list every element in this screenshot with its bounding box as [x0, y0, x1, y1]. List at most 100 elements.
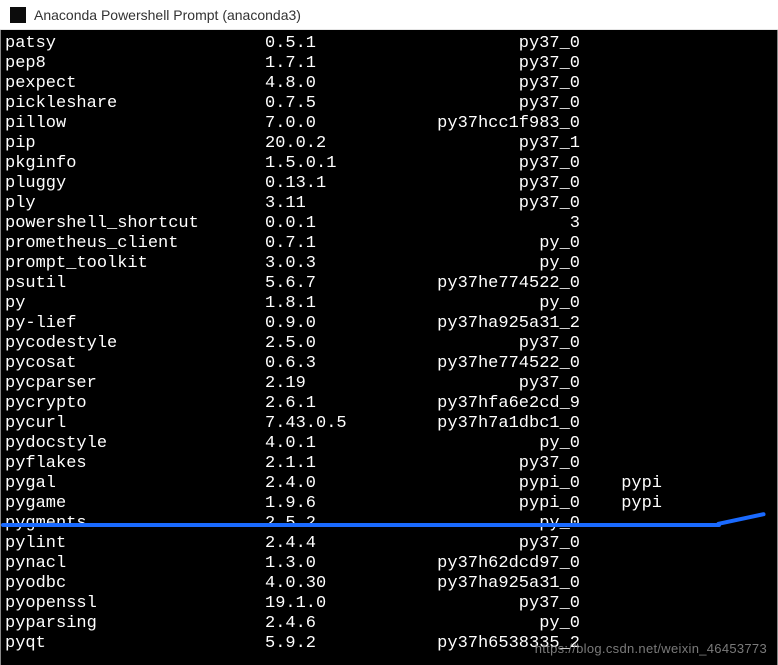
package-channel [580, 94, 670, 114]
package-name: powershell_shortcut [5, 214, 265, 234]
package-name: psutil [5, 274, 265, 294]
package-channel [580, 174, 670, 194]
package-name: prometheus_client [5, 234, 265, 254]
package-build: py37h6538335_2 [420, 634, 580, 654]
package-build: pypi_0 [420, 494, 580, 514]
package-channel [580, 354, 670, 374]
package-row: pynacl1.3.0py37h62dcd97_0 [5, 554, 777, 574]
package-name: pydocstyle [5, 434, 265, 454]
package-row: pycrypto2.6.1py37hfa6e2cd_9 [5, 394, 777, 414]
package-version: 4.8.0 [265, 74, 420, 94]
package-channel [580, 54, 670, 74]
package-version: 0.7.5 [265, 94, 420, 114]
package-build: py37_0 [420, 534, 580, 554]
package-version: 0.0.1 [265, 214, 420, 234]
package-version: 2.1.1 [265, 454, 420, 474]
package-build: py37_0 [420, 154, 580, 174]
package-channel [580, 414, 670, 434]
title-bar: Anaconda Powershell Prompt (anaconda3) [0, 0, 778, 30]
package-channel [580, 194, 670, 214]
package-channel [580, 534, 670, 554]
package-version: 2.4.6 [265, 614, 420, 634]
package-build: py37_0 [420, 594, 580, 614]
package-build: py37hcc1f983_0 [420, 114, 580, 134]
package-name: py [5, 294, 265, 314]
package-row: pexpect4.8.0py37_0 [5, 74, 777, 94]
package-row: pyparsing2.4.6py_0 [5, 614, 777, 634]
package-version: 0.5.1 [265, 34, 420, 54]
package-row: pyopenssl19.1.0py37_0 [5, 594, 777, 614]
package-version: 7.0.0 [265, 114, 420, 134]
package-version: 4.0.1 [265, 434, 420, 454]
package-channel [580, 74, 670, 94]
package-build: py37he774522_0 [420, 354, 580, 374]
package-row: powershell_shortcut0.0.13 [5, 214, 777, 234]
package-name: pyodbc [5, 574, 265, 594]
package-row: pyqt5.9.2py37h6538335_2 [5, 634, 777, 654]
package-name: ply [5, 194, 265, 214]
package-version: 5.9.2 [265, 634, 420, 654]
package-build: py37h7a1dbc1_0 [420, 414, 580, 434]
package-build: pypi_0 [420, 474, 580, 494]
package-channel [580, 314, 670, 334]
package-channel [580, 154, 670, 174]
package-name: prompt_toolkit [5, 254, 265, 274]
package-name: pycrypto [5, 394, 265, 414]
package-channel [580, 274, 670, 294]
package-name: pyflakes [5, 454, 265, 474]
package-build: py37he774522_0 [420, 274, 580, 294]
package-channel: pypi [580, 494, 670, 514]
package-build: py_0 [420, 514, 580, 534]
package-name: pygame [5, 494, 265, 514]
package-channel [580, 514, 670, 534]
package-row: py-lief0.9.0py37ha925a31_2 [5, 314, 777, 334]
package-name: pep8 [5, 54, 265, 74]
package-name: pluggy [5, 174, 265, 194]
window-title: Anaconda Powershell Prompt (anaconda3) [34, 7, 301, 23]
package-name: patsy [5, 34, 265, 54]
package-build: py37_0 [420, 454, 580, 474]
package-build: py37_0 [420, 94, 580, 114]
package-build: py37_0 [420, 334, 580, 354]
package-version: 1.8.1 [265, 294, 420, 314]
package-build: py37_0 [420, 374, 580, 394]
package-row: ply3.11py37_0 [5, 194, 777, 214]
package-version: 3.0.3 [265, 254, 420, 274]
package-channel [580, 34, 670, 54]
package-channel [580, 334, 670, 354]
package-channel [580, 554, 670, 574]
package-version: 0.13.1 [265, 174, 420, 194]
package-version: 2.5.0 [265, 334, 420, 354]
package-row: py1.8.1py_0 [5, 294, 777, 314]
package-build: py37_0 [420, 54, 580, 74]
package-row: pkginfo1.5.0.1py37_0 [5, 154, 777, 174]
package-name: pickleshare [5, 94, 265, 114]
package-version: 20.0.2 [265, 134, 420, 154]
package-version: 2.4.4 [265, 534, 420, 554]
package-version: 0.6.3 [265, 354, 420, 374]
package-name: pygal [5, 474, 265, 494]
package-version: 1.3.0 [265, 554, 420, 574]
package-row: patsy0.5.1py37_0 [5, 34, 777, 54]
package-build: py37_0 [420, 34, 580, 54]
package-channel [580, 294, 670, 314]
package-build: py37_1 [420, 134, 580, 154]
package-name: pycurl [5, 414, 265, 434]
package-row: pyflakes2.1.1py37_0 [5, 454, 777, 474]
package-name: pkginfo [5, 154, 265, 174]
package-channel [580, 574, 670, 594]
package-name: pycparser [5, 374, 265, 394]
package-channel [580, 254, 670, 274]
package-channel [580, 214, 670, 234]
package-name: pip [5, 134, 265, 154]
package-row: pep81.7.1py37_0 [5, 54, 777, 74]
package-build: py37ha925a31_0 [420, 574, 580, 594]
package-row: pygal2.4.0pypi_0pypi [5, 474, 777, 494]
package-name: py-lief [5, 314, 265, 334]
package-build: py37h62dcd97_0 [420, 554, 580, 574]
package-row: pickleshare0.7.5py37_0 [5, 94, 777, 114]
package-build: py37_0 [420, 174, 580, 194]
package-build: py_0 [420, 614, 580, 634]
package-build: py_0 [420, 254, 580, 274]
terminal-output[interactable]: patsy0.5.1py37_0pep81.7.1py37_0pexpect4.… [0, 30, 778, 665]
